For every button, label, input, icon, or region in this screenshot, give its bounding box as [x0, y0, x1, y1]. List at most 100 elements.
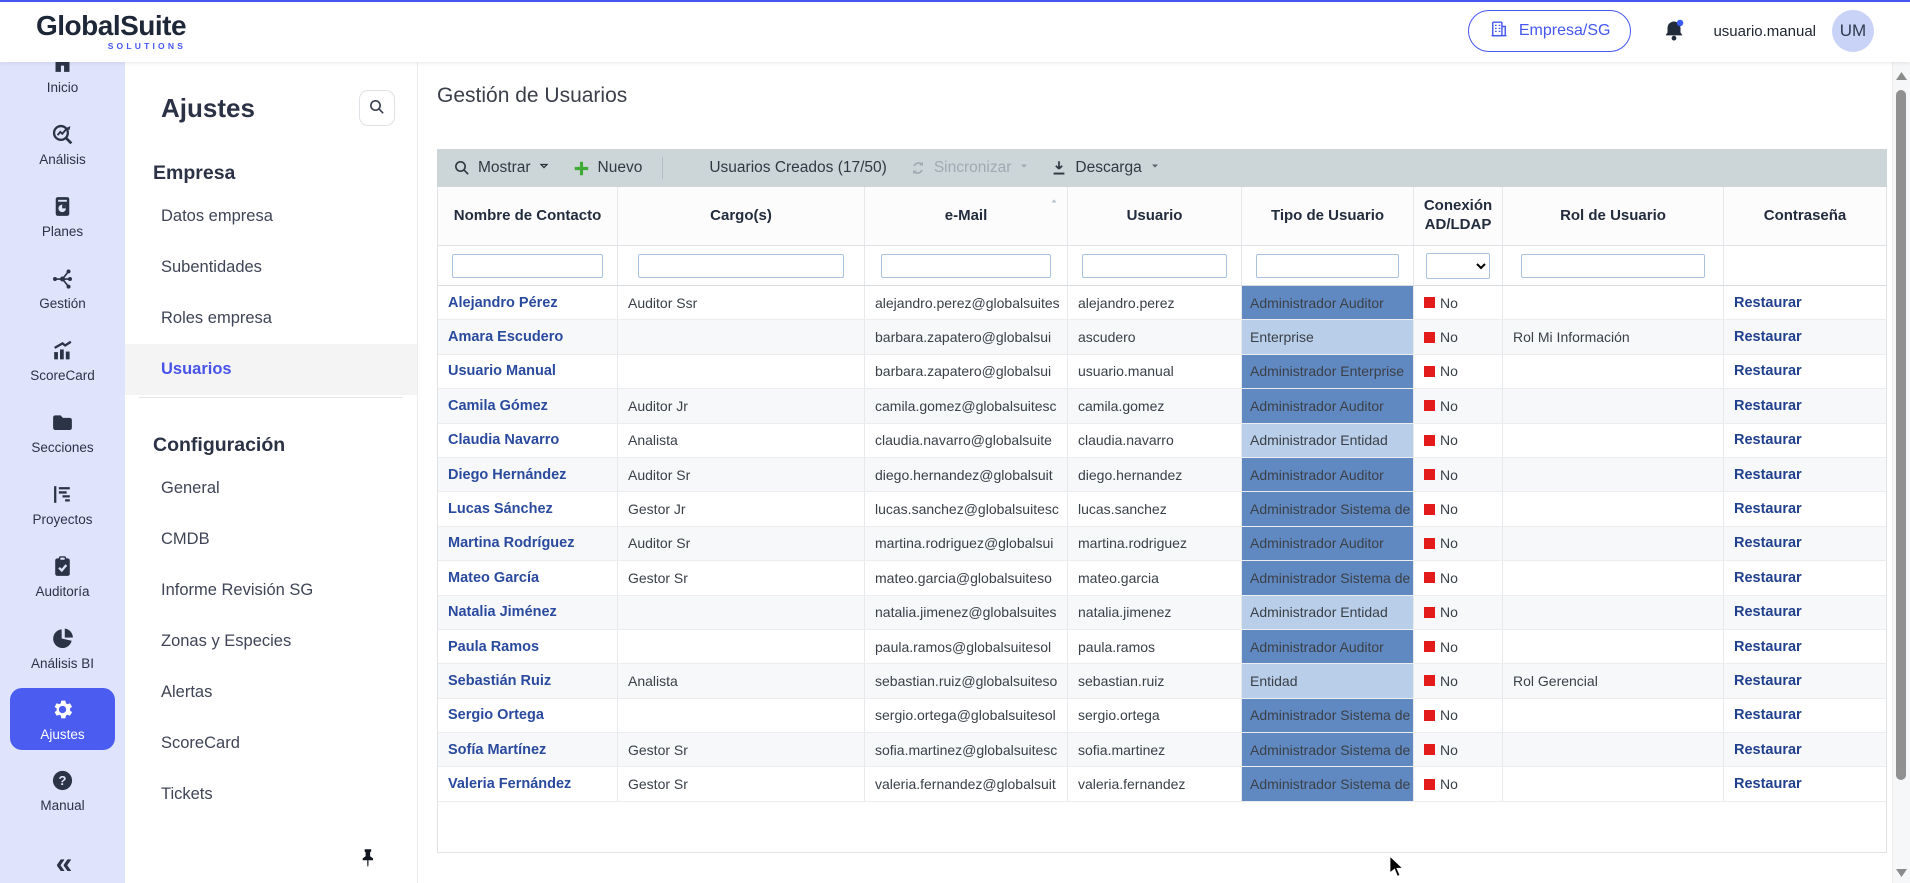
ldap-status-label: No	[1440, 776, 1458, 792]
nav-rail-item-scorecard[interactable]: ScoreCard	[0, 324, 125, 396]
user-name-link[interactable]: Diego Hernández	[448, 467, 566, 483]
sidebar-item-alertas[interactable]: Alertas	[125, 667, 417, 718]
scroll-down-arrow-icon[interactable]	[1896, 864, 1907, 875]
table-row[interactable]: Lucas SánchezGestor Jrlucas.sanchez@glob…	[438, 492, 1886, 526]
table-row[interactable]: Sebastián RuizAnalistasebastian.ruiz@glo…	[438, 664, 1886, 698]
table-row[interactable]: Martina RodríguezAuditor Srmartina.rodri…	[438, 527, 1886, 561]
column-header-cargo-s-[interactable]: Cargo(s)	[618, 187, 865, 245]
nav-rail-item-an-lisis-bi[interactable]: Análisis BI	[0, 612, 125, 684]
pin-sidebar-icon[interactable]	[357, 845, 379, 871]
filter-input-rol-de-usuario[interactable]	[1521, 254, 1706, 278]
table-row[interactable]: Diego HernándezAuditor Srdiego.hernandez…	[438, 458, 1886, 492]
restaurar-link[interactable]: Restaurar	[1734, 295, 1802, 311]
user-name-link[interactable]: Valeria Fernández	[448, 776, 571, 792]
descarga-button[interactable]: Descarga	[1050, 159, 1160, 177]
sidebar-item-zonas-y-especies[interactable]: Zonas y Especies	[125, 616, 417, 667]
collapse-sidebar-button[interactable]: «	[0, 847, 125, 881]
column-header-tipo-de-usuario[interactable]: Tipo de Usuario	[1242, 187, 1414, 245]
table-row[interactable]: Sergio Ortegasergio.ortega@globalsuiteso…	[438, 699, 1886, 733]
user-name-link[interactable]: Alejandro Pérez	[448, 295, 558, 311]
restaurar-link[interactable]: Restaurar	[1734, 673, 1802, 689]
avatar[interactable]: UM	[1832, 10, 1874, 52]
nav-rail-item-manual[interactable]: ?Manual	[0, 754, 125, 826]
column-header-e-mail[interactable]: e-Mail	[865, 187, 1068, 245]
column-header-nombre-de-contacto[interactable]: Nombre de Contacto	[438, 187, 618, 245]
ldap-status-square-icon	[1424, 504, 1435, 515]
sincronizar-button[interactable]: Sincronizar	[909, 159, 1031, 177]
nav-rail-item-inicio[interactable]: Inicio	[0, 62, 125, 108]
nav-rail-item-auditor-a[interactable]: Auditoría	[0, 540, 125, 612]
nav-rail-item-an-lisis[interactable]: Análisis	[0, 108, 125, 180]
restaurar-link[interactable]: Restaurar	[1734, 467, 1802, 483]
entity-selector-button[interactable]: Empresa/SG	[1468, 10, 1632, 52]
user-name-link[interactable]: Amara Escudero	[448, 329, 563, 345]
restaurar-link[interactable]: Restaurar	[1734, 329, 1802, 345]
user-name-link[interactable]: Lucas Sánchez	[448, 501, 553, 517]
user-name-link[interactable]: Usuario Manual	[448, 363, 556, 379]
nuevo-button[interactable]: Nuevo	[572, 159, 643, 178]
nav-rail-item-ajustes[interactable]: Ajustes	[10, 688, 115, 750]
column-header-usuario[interactable]: Usuario	[1068, 187, 1242, 245]
sidebar-search-button[interactable]	[359, 90, 395, 126]
user-name-link[interactable]: Sergio Ortega	[448, 707, 544, 723]
restaurar-link[interactable]: Restaurar	[1734, 398, 1802, 414]
sidebar-item-usuarios[interactable]: Usuarios	[125, 344, 417, 395]
sidebar-item-roles-empresa[interactable]: Roles empresa	[125, 293, 417, 344]
restaurar-link[interactable]: Restaurar	[1734, 363, 1802, 379]
filter-select-conexion[interactable]	[1426, 253, 1490, 279]
vertical-scrollbar[interactable]	[1892, 62, 1910, 883]
sidebar-item-subentidades[interactable]: Subentidades	[125, 242, 417, 293]
nav-rail-item-proyectos[interactable]: Proyectos	[0, 468, 125, 540]
restaurar-link[interactable]: Restaurar	[1734, 639, 1802, 655]
user-name-link[interactable]: Claudia Navarro	[448, 432, 559, 448]
sidebar-item-cmdb[interactable]: CMDB	[125, 514, 417, 565]
sincronizar-label: Sincronizar	[934, 159, 1012, 177]
table-row[interactable]: Usuario Manualbarbara.zapatero@globalsui…	[438, 355, 1886, 389]
table-row[interactable]: Natalia Jiméneznatalia.jimenez@globalsui…	[438, 596, 1886, 630]
nav-rail-item-gesti-n[interactable]: Gestión	[0, 252, 125, 324]
table-row[interactable]: Sofía MartínezGestor Srsofia.martinez@gl…	[438, 733, 1886, 767]
filter-input-tipo-de-usuario[interactable]	[1256, 254, 1400, 278]
restaurar-link[interactable]: Restaurar	[1734, 535, 1802, 551]
filter-input-cargo-s-[interactable]	[638, 254, 845, 278]
user-name-link[interactable]: Paula Ramos	[448, 639, 539, 655]
table-row[interactable]: Alejandro PérezAuditor Ssralejandro.pere…	[438, 286, 1886, 320]
restaurar-link[interactable]: Restaurar	[1734, 776, 1802, 792]
table-row[interactable]: Valeria FernándezGestor Srvaleria.fernan…	[438, 767, 1886, 801]
sidebar-item-scorecard[interactable]: ScoreCard	[125, 718, 417, 769]
notifications-bell-icon[interactable]	[1661, 17, 1687, 45]
restaurar-link[interactable]: Restaurar	[1734, 707, 1802, 723]
user-name-link[interactable]: Camila Gómez	[448, 398, 548, 414]
sidebar-item-informe-revisi-n-sg[interactable]: Informe Revisión SG	[125, 565, 417, 616]
nav-rail-item-planes[interactable]: Planes	[0, 180, 125, 252]
email-cell: sofia.martinez@globalsuitesc	[865, 733, 1068, 766]
user-name-link[interactable]: Mateo García	[448, 570, 539, 586]
mostrar-button[interactable]: Mostrar	[453, 159, 550, 177]
sidebar-item-general[interactable]: General	[125, 463, 417, 514]
restaurar-link[interactable]: Restaurar	[1734, 742, 1802, 758]
filter-input-usuario[interactable]	[1082, 254, 1227, 278]
restaurar-link[interactable]: Restaurar	[1734, 501, 1802, 517]
restaurar-link[interactable]: Restaurar	[1734, 432, 1802, 448]
user-name-link[interactable]: Sebastián Ruiz	[448, 673, 551, 689]
table-row[interactable]: Camila GómezAuditor Jrcamila.gomez@globa…	[438, 389, 1886, 423]
user-name-link[interactable]: Sofía Martínez	[448, 742, 546, 758]
nav-rail-item-secciones[interactable]: Secciones	[0, 396, 125, 468]
table-row[interactable]: Claudia NavarroAnalistaclaudia.navarro@g…	[438, 424, 1886, 458]
scrollbar-thumb[interactable]	[1896, 90, 1906, 780]
user-name-link[interactable]: Natalia Jiménez	[448, 604, 557, 620]
filter-input-e-mail[interactable]	[881, 254, 1051, 278]
user-name-link[interactable]: Martina Rodríguez	[448, 535, 574, 551]
restaurar-link[interactable]: Restaurar	[1734, 604, 1802, 620]
table-row[interactable]: Amara Escuderobarbara.zapatero@globalsui…	[438, 320, 1886, 354]
filter-input-nombre-de-contacto[interactable]	[452, 254, 602, 278]
column-header-conexi-n-ad-ldap[interactable]: Conexión AD/LDAP	[1414, 187, 1503, 245]
restaurar-link[interactable]: Restaurar	[1734, 570, 1802, 586]
scroll-up-arrow-icon[interactable]	[1896, 70, 1907, 81]
table-row[interactable]: Paula Ramospaula.ramos@globalsuitesolpau…	[438, 630, 1886, 664]
column-header-contrase-a[interactable]: Contraseña	[1724, 187, 1886, 245]
sidebar-item-datos-empresa[interactable]: Datos empresa	[125, 191, 417, 242]
column-header-rol-de-usuario[interactable]: Rol de Usuario	[1503, 187, 1724, 245]
table-row[interactable]: Mateo GarcíaGestor Srmateo.garcia@global…	[438, 561, 1886, 595]
sidebar-item-tickets[interactable]: Tickets	[125, 769, 417, 820]
